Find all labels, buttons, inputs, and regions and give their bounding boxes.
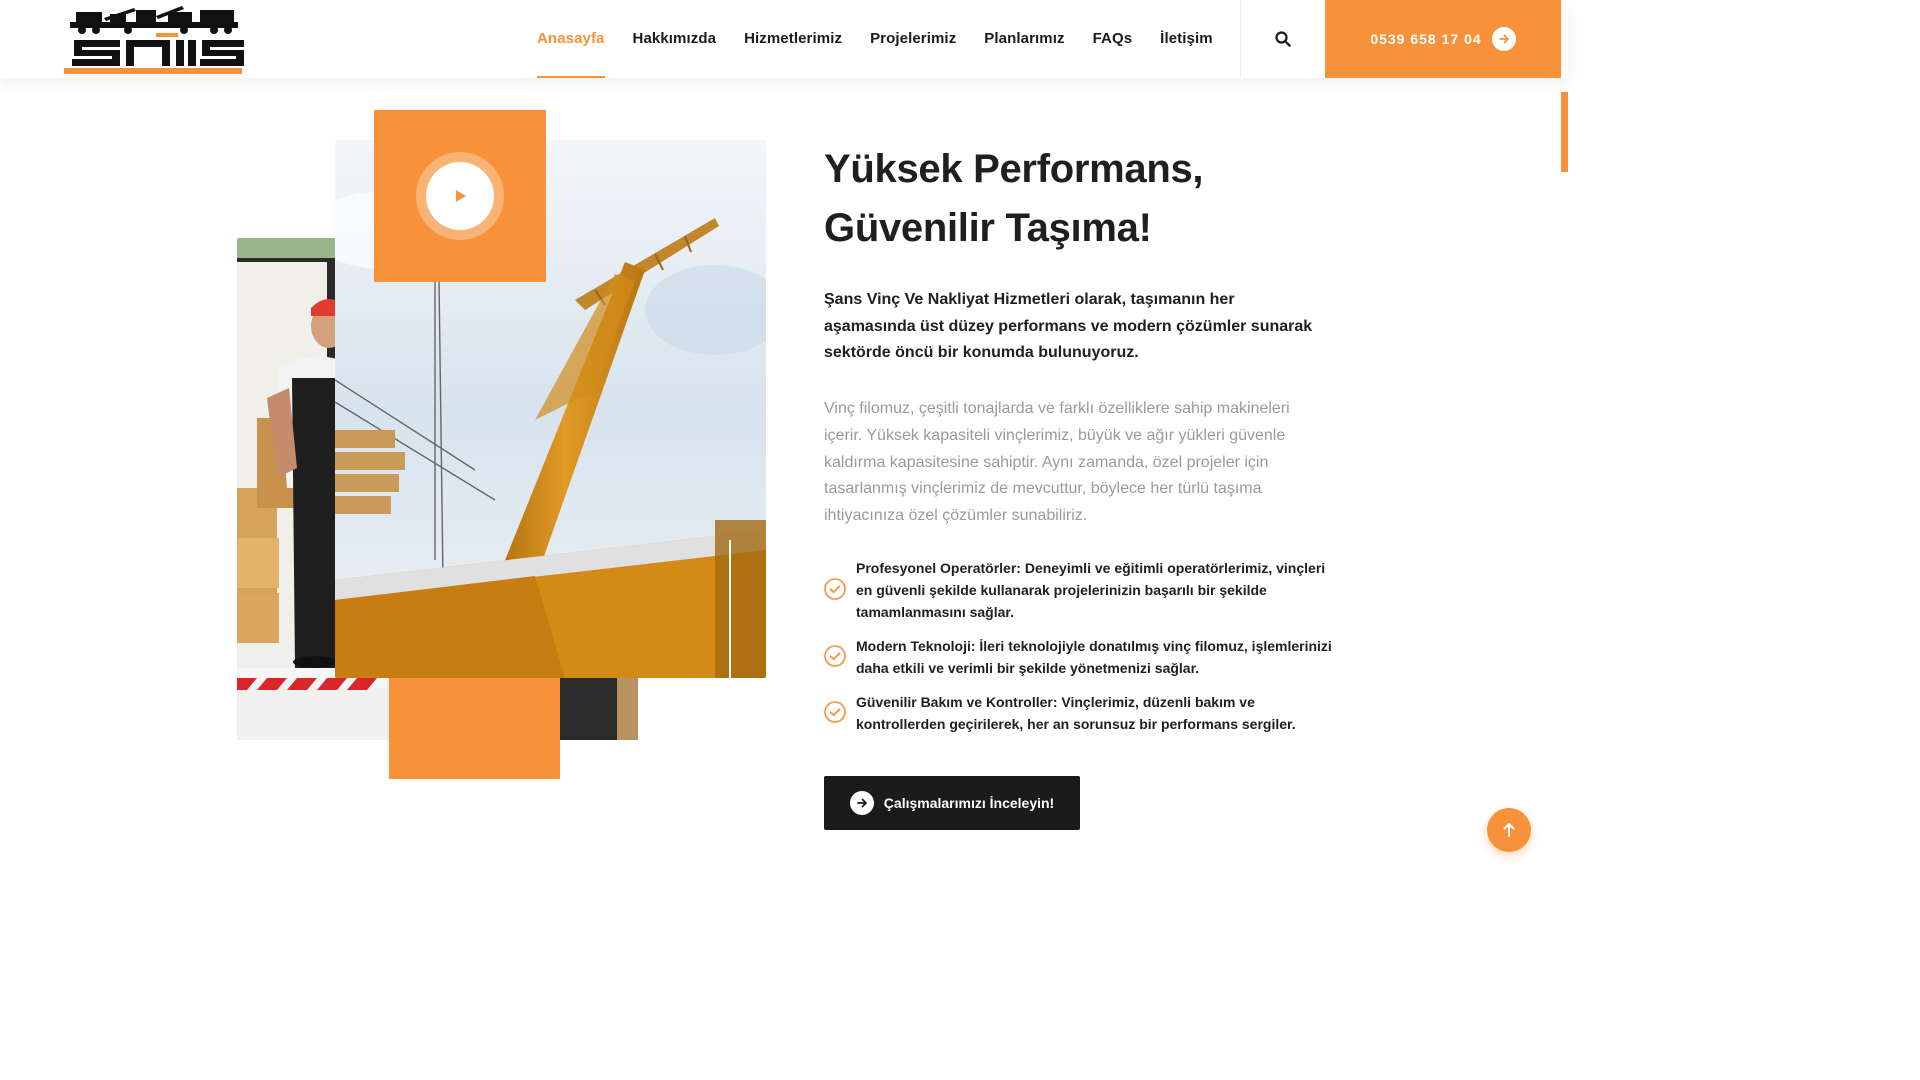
list-item: Güvenilir Bakım ve Kontroller: Vinçlerim… bbox=[824, 691, 1334, 735]
title-line-1: Yüksek Performans, bbox=[824, 147, 1204, 191]
nav-item-faqs[interactable]: FAQs bbox=[1079, 0, 1147, 78]
feature-text: Güvenilir Bakım ve Kontroller: Vinçlerim… bbox=[856, 694, 1296, 732]
arrow-up-icon bbox=[1503, 823, 1515, 837]
site-logo[interactable] bbox=[64, 6, 246, 76]
nav-item-hizmetlerimiz[interactable]: Hizmetlerimiz bbox=[730, 0, 856, 78]
play-video-button[interactable] bbox=[416, 152, 504, 240]
site-header: Anasayfa Hakkımızda Hizmetlerimiz Projel… bbox=[0, 0, 1568, 78]
nav-item-projelerimiz[interactable]: Projelerimiz bbox=[856, 0, 970, 78]
check-circle-icon bbox=[824, 645, 846, 667]
phone-number: 0539 658 17 04 bbox=[1370, 31, 1482, 47]
cta-label: Çalışmalarımızı İnceleyin! bbox=[883, 795, 1055, 811]
nav-item-anasayfa[interactable]: Anasayfa bbox=[523, 0, 619, 78]
play-icon bbox=[456, 190, 466, 202]
view-works-button[interactable]: Çalışmalarımızı İnceleyin! bbox=[824, 776, 1080, 830]
main-nav: Anasayfa Hakkımızda Hizmetlerimiz Projel… bbox=[523, 0, 1227, 78]
arrow-right-icon bbox=[1491, 27, 1516, 51]
nav-item-planlarimiz[interactable]: Planlarımız bbox=[970, 0, 1078, 78]
feature-text: Profesyonel Operatörler: Deneyimli ve eğ… bbox=[856, 560, 1326, 620]
phone-button[interactable]: 0539 658 17 04 bbox=[1325, 0, 1561, 78]
search-button[interactable] bbox=[1241, 0, 1325, 78]
title-line-2: Güvenilir Taşıma! bbox=[824, 206, 1152, 250]
decor-accent-block bbox=[389, 678, 560, 779]
feature-list: Profesyonel Operatörler: Deneyimli ve eğ… bbox=[824, 557, 1334, 747]
nav-item-iletisim[interactable]: İletişim bbox=[1146, 0, 1227, 78]
nav-item-hakkimizda[interactable]: Hakkımızda bbox=[619, 0, 731, 78]
arrow-right-icon bbox=[849, 791, 874, 815]
scrollbar-thumb[interactable] bbox=[1561, 92, 1568, 172]
lead-paragraph: Şans Vinç Ve Nakliyat Hizmetleri olarak,… bbox=[824, 291, 1313, 362]
list-item: Modern Teknoloji: İleri teknolojiyle don… bbox=[824, 635, 1334, 679]
check-circle-icon bbox=[824, 701, 846, 723]
description-paragraph: Vinç filomuz, çeşitli tonajlarda ve fark… bbox=[824, 400, 1290, 525]
page-title: Yüksek Performans, Güvenilir Taşıma! bbox=[824, 140, 1344, 258]
search-icon bbox=[1275, 31, 1291, 47]
check-circle-icon bbox=[824, 578, 846, 600]
feature-text: Modern Teknoloji: İleri teknolojiyle don… bbox=[856, 638, 1332, 676]
back-to-top-button[interactable] bbox=[1487, 808, 1531, 852]
list-item: Profesyonel Operatörler: Deneyimli ve eğ… bbox=[824, 557, 1334, 623]
